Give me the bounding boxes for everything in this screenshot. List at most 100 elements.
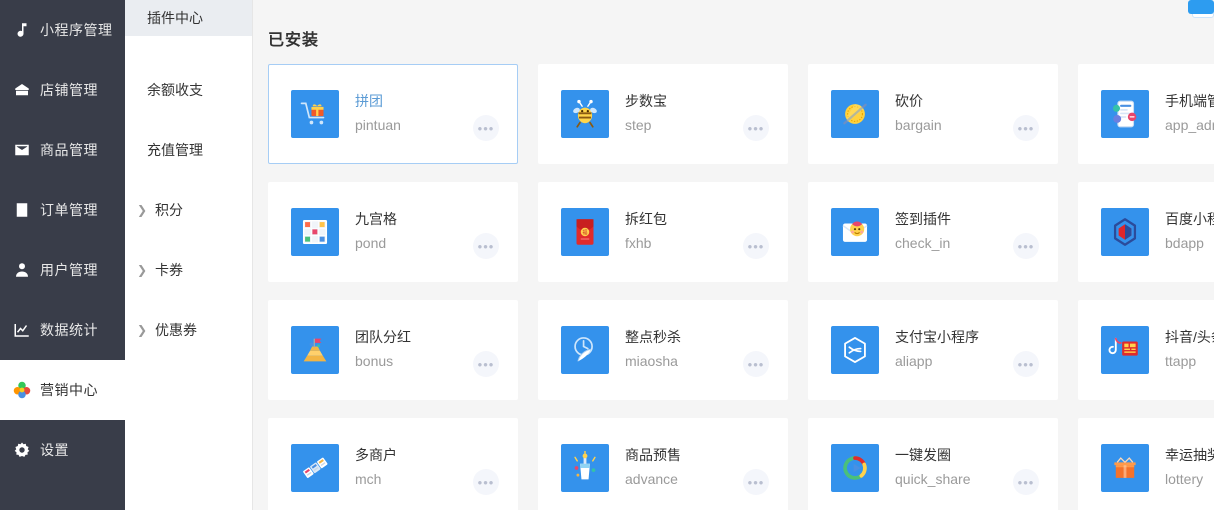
submenu-item-label: 充值管理 <box>147 142 203 158</box>
submenu-item-plugin-center[interactable]: 插件中心 <box>125 0 252 36</box>
sidebar-item-label: 小程序管理 <box>40 22 113 38</box>
plugin-card-text: 手机端管理 app_admin <box>1165 90 1214 138</box>
plugin-more-button[interactable]: ••• <box>1013 233 1039 259</box>
plugin-title: 步数宝 <box>625 93 667 109</box>
plugin-title: 抖音/头条 <box>1165 329 1214 345</box>
plugin-card[interactable]: 一键发圈 quick_share ••• <box>808 418 1058 510</box>
sidebar-item-shop[interactable]: 店铺管理 <box>0 60 125 120</box>
plugin-more-button[interactable]: ••• <box>743 233 769 259</box>
submenu-item-label: 余额收支 <box>147 82 203 98</box>
grid-nine-icon <box>291 208 339 256</box>
sidebar-item-label: 设置 <box>40 442 69 458</box>
plugin-code: bdapp <box>1165 235 1204 251</box>
multi-shop-icon <box>291 444 339 492</box>
plugin-card[interactable]: 整点秒杀 miaosha ••• <box>538 300 788 400</box>
plugin-title: 支付宝小程序 <box>895 329 979 345</box>
submenu-item-points[interactable]: ❯ 积分 <box>125 180 252 240</box>
corner-badge[interactable] <box>1188 0 1214 14</box>
submenu-item-balance[interactable]: 余额收支 <box>125 60 252 120</box>
plugin-more-button[interactable]: ••• <box>473 469 499 495</box>
plugin-title: 多商户 <box>355 447 397 463</box>
plugin-title: 签到插件 <box>895 211 951 227</box>
plugin-code: aliapp <box>895 353 933 369</box>
plugin-more-button[interactable]: ••• <box>1013 469 1039 495</box>
lottery-box-icon <box>1101 444 1149 492</box>
plugin-card-text: 签到插件 check_in <box>895 208 1013 256</box>
plugin-grid: 拼团 pintuan ••• 步数宝 step ••• 砍价 bargain ••• 手机端… <box>268 64 1214 510</box>
plugin-more-button[interactable]: ••• <box>743 351 769 377</box>
seckill-clock-icon <box>561 326 609 374</box>
bonus-podium-icon <box>291 326 339 374</box>
plugin-title: 手机端管理 <box>1165 93 1214 109</box>
sidebar-item-settings[interactable]: 设置 <box>0 420 125 480</box>
plugin-code: lottery <box>1165 471 1204 487</box>
submenu-item-coupons[interactable]: ❯ 优惠券 <box>125 300 252 360</box>
plugin-more-button[interactable]: ••• <box>743 115 769 141</box>
plugin-card[interactable]: 签到插件 check_in ••• <box>808 182 1058 282</box>
plugin-card-text: 砍价 bargain <box>895 90 1013 138</box>
plugin-card[interactable]: 多商户 mch ••• <box>268 418 518 510</box>
sidebar-item-goods[interactable]: 商品管理 <box>0 120 125 180</box>
plugin-card[interactable]: 砍价 bargain ••• <box>808 64 1058 164</box>
submenu-item-label: 优惠券 <box>155 322 197 338</box>
plugin-more-button[interactable]: ••• <box>473 233 499 259</box>
primary-sidebar: 小程序管理 店铺管理 商品管理 订单管理 用户管理 数据统计 营销中心 设置 <box>0 0 125 510</box>
plugin-card[interactable]: 百度小程序bdapp••• <box>1078 182 1214 282</box>
plugin-code: pond <box>355 235 387 251</box>
plugin-card-text: 支付宝小程序 aliapp <box>895 326 1013 374</box>
plugin-card-text: 幸运抽奖 lottery <box>1165 444 1214 492</box>
plugin-more-button[interactable]: ••• <box>743 469 769 495</box>
plugin-more-button[interactable]: ••• <box>473 115 499 141</box>
plugin-card-text: 拆红包 fxhb <box>625 208 743 256</box>
plugin-code: step <box>625 117 652 133</box>
plugin-more-button[interactable]: ••• <box>1013 351 1039 377</box>
sidebar-item-users[interactable]: 用户管理 <box>0 240 125 300</box>
submenu-item-label: 插件中心 <box>147 10 203 26</box>
sidebar-item-label: 营销中心 <box>40 382 98 398</box>
plugin-card[interactable]: 九宫格 pond ••• <box>268 182 518 282</box>
plugin-card[interactable]: 福 拆红包 fxhb ••• <box>538 182 788 282</box>
plugin-card[interactable]: 团队分红 bonus ••• <box>268 300 518 400</box>
plugin-card[interactable]: 手机端管理app_admin••• <box>1078 64 1214 164</box>
plugin-card[interactable]: 步数宝 step ••• <box>538 64 788 164</box>
sidebar-item-orders[interactable]: 订单管理 <box>0 180 125 240</box>
submenu-item-recharge[interactable]: 充值管理 <box>125 120 252 180</box>
sidebar-item-marketing[interactable]: 营销中心 <box>0 360 125 420</box>
gear-icon <box>12 440 32 460</box>
presale-icon <box>561 444 609 492</box>
chart-icon <box>12 320 32 340</box>
cart-gift-icon <box>291 90 339 138</box>
plugin-code: quick_share <box>895 471 971 487</box>
plugin-title: 拆红包 <box>625 211 667 227</box>
plugin-card[interactable]: 支付宝小程序 aliapp ••• <box>808 300 1058 400</box>
quick-share-icon <box>831 444 879 492</box>
douyin-icon <box>1101 326 1149 374</box>
plugin-card-text: 一键发圈 quick_share <box>895 444 1013 492</box>
alipay-app-icon <box>831 326 879 374</box>
user-icon <box>12 260 32 280</box>
plugin-title: 百度小程序 <box>1165 211 1214 227</box>
plugin-title: 团队分红 <box>355 329 411 345</box>
plugin-card[interactable]: 抖音/头条ttapp••• <box>1078 300 1214 400</box>
plugin-code: pintuan <box>355 117 401 133</box>
plugin-more-button[interactable]: ••• <box>1013 115 1039 141</box>
plugin-card[interactable]: 幸运抽奖lottery••• <box>1078 418 1214 510</box>
sidebar-item-miniprogram[interactable]: 小程序管理 <box>0 0 125 60</box>
plugin-title: 商品预售 <box>625 447 681 463</box>
plugin-code: app_admin <box>1165 117 1214 133</box>
bargain-axe-icon <box>831 90 879 138</box>
plugin-more-button[interactable]: ••• <box>473 351 499 377</box>
plugin-card[interactable]: 拼团 pintuan ••• <box>268 64 518 164</box>
chevron-right-icon: ❯ <box>137 323 148 337</box>
submenu-item-label: 积分 <box>155 202 183 218</box>
check-in-icon <box>831 208 879 256</box>
sidebar-item-statistics[interactable]: 数据统计 <box>0 300 125 360</box>
plugin-card-text: 商品预售 advance <box>625 444 743 492</box>
plugin-card-text: 团队分红 bonus <box>355 326 473 374</box>
plugin-card[interactable]: 商品预售 advance ••• <box>538 418 788 510</box>
plugin-code: bargain <box>895 117 942 133</box>
plugin-card-text: 步数宝 step <box>625 90 743 138</box>
submenu-item-cards[interactable]: ❯ 卡券 <box>125 240 252 300</box>
plugin-title: 整点秒杀 <box>625 329 681 345</box>
plugin-card-text: 九宫格 pond <box>355 208 473 256</box>
